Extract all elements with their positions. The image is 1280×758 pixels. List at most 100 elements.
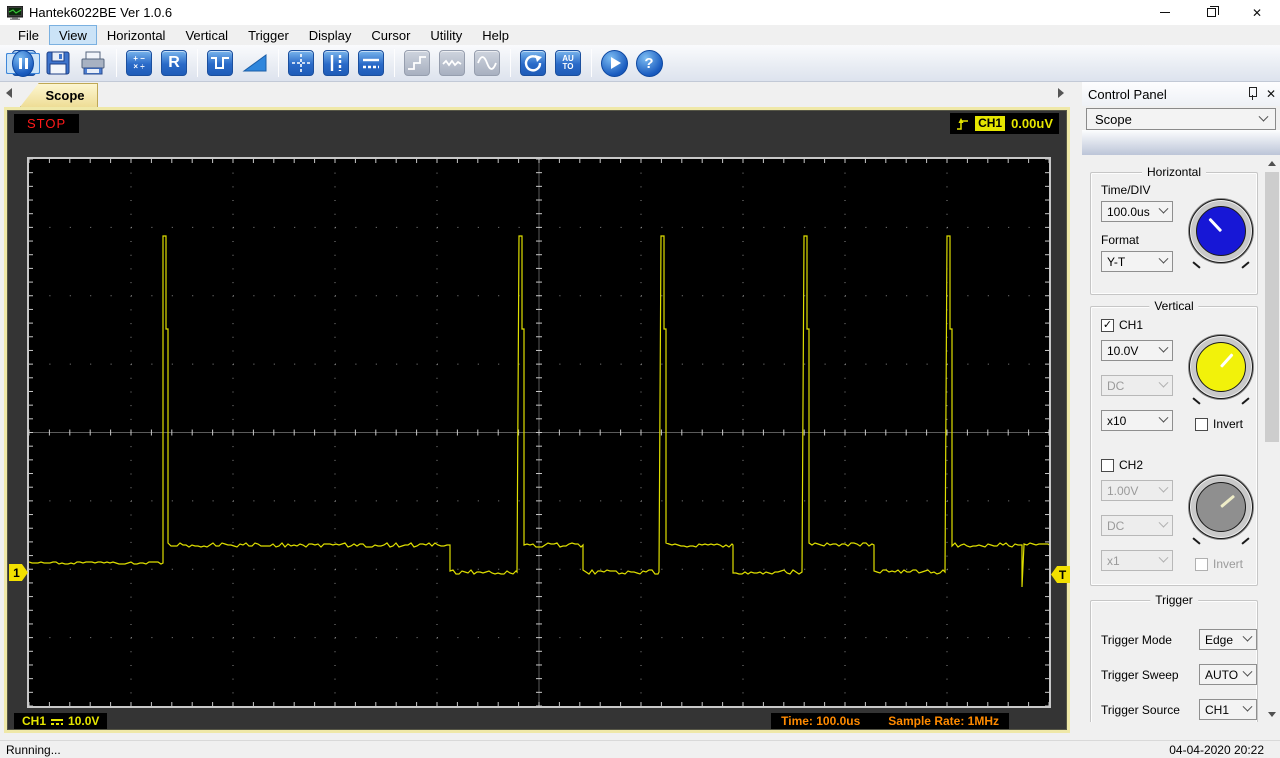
panel-close-icon[interactable] [1266, 86, 1276, 101]
tab-scroll-left-icon[interactable] [6, 88, 12, 98]
chevron-down-icon [1158, 377, 1169, 388]
refresh-button[interactable] [516, 47, 550, 79]
start-button[interactable] [597, 47, 631, 79]
control-panel: Control Panel Scope Horizontal Time/DIV … [1082, 82, 1280, 740]
ch1-position-knob[interactable] [1189, 335, 1253, 399]
time-div-select[interactable]: 100.0us [1101, 201, 1173, 222]
cursor-cross-button[interactable] [284, 47, 318, 79]
time-per-div: Time: 100.0us [781, 714, 861, 728]
trigger-sweep-select[interactable]: AUTO [1199, 664, 1257, 685]
scrollbar-thumb[interactable] [1265, 172, 1279, 442]
channel1-label: CH1 [22, 714, 47, 728]
vertical-group-title: Vertical [1149, 299, 1199, 313]
restore-icon [1206, 6, 1219, 17]
restore-button[interactable] [1188, 0, 1234, 25]
cursor-vertical-button[interactable] [319, 47, 353, 79]
horizontal-position-knob[interactable] [1189, 199, 1253, 263]
scope-top-bar: STOP CH1 0.00uV [7, 110, 1067, 137]
trigger-readout: CH1 0.00uV [950, 113, 1059, 134]
reference-wave-icon: R [161, 50, 187, 76]
ch1-checkbox-label: CH1 [1119, 318, 1144, 332]
noise-wave-button[interactable] [435, 47, 469, 79]
horizontal-group-title: Horizontal [1141, 165, 1207, 179]
ch2-enable-checkbox[interactable]: CH2 [1101, 458, 1143, 472]
chevron-down-icon [1242, 666, 1253, 677]
menu-vertical[interactable]: Vertical [175, 25, 238, 45]
close-button[interactable] [1234, 0, 1280, 25]
tab-scope[interactable]: Scope [20, 83, 98, 107]
channel1-volts-div: 10.0V [68, 714, 100, 728]
time-div-label: Time/DIV [1101, 183, 1151, 197]
menu-display[interactable]: Display [299, 25, 362, 45]
panel-vertical-scrollbar[interactable] [1264, 155, 1280, 722]
panel-mode-select[interactable]: Scope [1086, 108, 1276, 130]
sine-wave-button[interactable] [470, 47, 504, 79]
scroll-up-icon[interactable] [1264, 155, 1280, 171]
ch2-coupling-select: DC [1101, 515, 1173, 536]
start-icon [600, 49, 628, 77]
noise-wave-icon [439, 50, 465, 76]
ch1-probe-value: x10 [1107, 413, 1127, 428]
checkbox-unchecked-icon [1101, 458, 1114, 472]
menu-horizontal[interactable]: Horizontal [97, 25, 176, 45]
auto-setup-icon: AU TO [555, 50, 581, 76]
menu-file[interactable]: File [8, 25, 49, 45]
scroll-down-icon[interactable] [1264, 706, 1280, 722]
menu-cursor[interactable]: Cursor [361, 25, 420, 45]
menu-help[interactable]: Help [472, 25, 519, 45]
chevron-down-icon [1158, 552, 1169, 563]
refresh-icon [520, 50, 546, 76]
auto-setup-button[interactable]: AU TO [551, 47, 585, 79]
tab-scroll-right-icon[interactable] [1058, 88, 1064, 98]
help-button[interactable]: ? [632, 47, 666, 79]
ch2-probe-select: x1 [1101, 550, 1173, 571]
trigger-sweep-label: Trigger Sweep [1101, 668, 1179, 682]
math-bottom-glyph: × ÷ [133, 62, 145, 71]
pulse-wave-button[interactable] [203, 47, 237, 79]
format-select[interactable]: Y-T [1101, 251, 1173, 272]
ch1-enable-checkbox[interactable]: CH1 [1101, 318, 1143, 332]
ch1-invert-checkbox[interactable]: Invert [1195, 417, 1243, 431]
chevron-down-icon [1242, 701, 1253, 712]
toolbar-separator [197, 49, 198, 77]
ch1-probe-select[interactable]: x10 [1101, 410, 1173, 431]
ch1-coupling-select: DC [1101, 375, 1173, 396]
format-label: Format [1101, 233, 1140, 247]
timebase-readout: Time: 100.0us Sample Rate: 1MHz [771, 713, 1009, 729]
save-icon [46, 51, 70, 75]
trigger-group-title: Trigger [1150, 593, 1198, 607]
pin-icon[interactable] [1246, 86, 1258, 100]
ch2-position-knob[interactable] [1189, 475, 1253, 539]
math-function-button[interactable]: + − × ÷ [122, 47, 156, 79]
minimize-button[interactable] [1142, 0, 1188, 25]
ch2-invert-checkbox: Invert [1195, 557, 1243, 571]
reference-wave-button[interactable]: R [157, 47, 191, 79]
help-icon: ? [635, 49, 663, 77]
reference-glyph: R [168, 54, 180, 71]
cursor-vertical-icon [323, 50, 349, 76]
print-button[interactable] [76, 47, 110, 79]
checkbox-unchecked-icon [1195, 417, 1208, 431]
app-icon [7, 5, 23, 20]
toolbar-separator [394, 49, 395, 77]
save-button[interactable] [41, 47, 75, 79]
application-window: Hantek6022BE Ver 1.0.6 File View Horizon… [0, 0, 1280, 758]
waveform-plot[interactable] [27, 157, 1051, 708]
channel1-position-marker[interactable]: 1 [9, 564, 28, 581]
step-wave-button[interactable] [400, 47, 434, 79]
chevron-down-icon [1258, 111, 1269, 122]
menu-utility[interactable]: Utility [420, 25, 472, 45]
chevron-down-icon [1158, 412, 1169, 423]
trigger-source-select[interactable]: CH1 [1199, 699, 1257, 720]
menu-trigger[interactable]: Trigger [238, 25, 299, 45]
trigger-mode-select[interactable]: Edge [1199, 629, 1257, 650]
ramp-wave-button[interactable] [238, 47, 272, 79]
step-wave-icon [404, 50, 430, 76]
pause-button[interactable] [6, 49, 40, 77]
ch1-volts-select[interactable]: 10.0V [1101, 340, 1173, 361]
menu-view[interactable]: View [48, 25, 97, 45]
cursor-horizontal-button[interactable] [354, 47, 388, 79]
tab-bar: Scope [0, 82, 1072, 107]
trigger-level-marker[interactable]: T [1051, 566, 1070, 583]
close-icon [1252, 5, 1262, 20]
